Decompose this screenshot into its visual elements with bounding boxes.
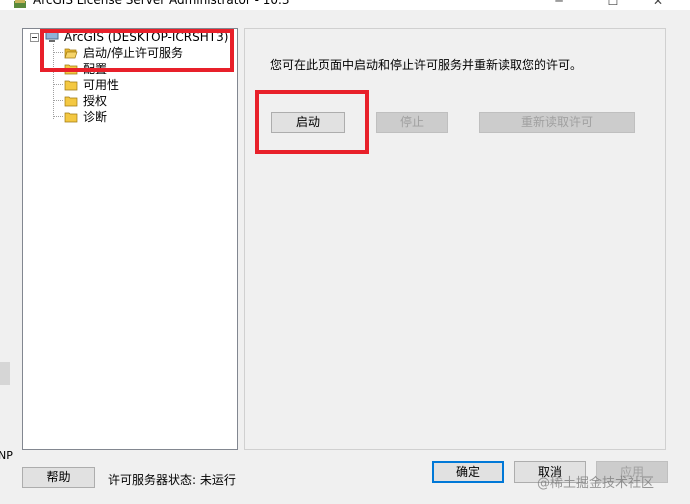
window-title: ArcGIS License Server Administrator - 10… xyxy=(33,0,290,7)
tree-connector-line xyxy=(54,116,63,117)
tree-item-label: 可用性 xyxy=(83,78,120,92)
navigation-tree[interactable] xyxy=(22,28,238,450)
tree-connector-line xyxy=(53,44,54,119)
folder-icon xyxy=(64,80,78,91)
tree-item-label: 授权 xyxy=(83,94,108,108)
background-window-edge xyxy=(0,10,10,504)
tree-root-label: ArcGIS (DESKTOP-ICRSHT3) xyxy=(64,30,229,44)
arcgis-app-icon xyxy=(14,0,26,8)
cancel-button[interactable]: 取消 xyxy=(514,461,586,483)
folder-icon xyxy=(64,64,78,75)
background-window-strip xyxy=(0,362,10,385)
tree-connector-line xyxy=(54,52,63,53)
ok-button[interactable]: 确定 xyxy=(432,461,504,483)
title-bar: ArcGIS License Server Administrator - 10… xyxy=(0,0,690,10)
tree-connector-line xyxy=(54,84,63,85)
computer-icon xyxy=(45,31,59,42)
license-server-status: 许可服务器状态: 未运行 xyxy=(108,473,236,487)
maximize-button[interactable]: ☐ xyxy=(607,0,619,8)
folder-icon xyxy=(64,96,78,107)
tree-item-label: 启动/停止许可服务 xyxy=(83,45,184,61)
reread-licenses-button[interactable]: 重新读取许可 xyxy=(479,112,635,133)
content-panel xyxy=(244,28,666,450)
page-description: 您可在此页面中启动和停止许可服务并重新读取您的许可。 xyxy=(270,58,583,72)
tree-item-label: 诊断 xyxy=(83,110,108,124)
folder-open-icon xyxy=(64,48,78,59)
tree-item-label: 配置 xyxy=(83,62,108,76)
background-text-fragment: NP xyxy=(0,449,13,462)
close-button[interactable]: ✕ xyxy=(652,0,664,8)
minimize-button[interactable]: ─ xyxy=(553,0,565,8)
help-button[interactable]: 帮助 xyxy=(22,467,95,488)
collapse-toggle-icon[interactable] xyxy=(30,33,39,42)
tree-connector-line xyxy=(54,68,63,69)
start-button[interactable]: 启动 xyxy=(271,112,345,133)
stop-button[interactable]: 停止 xyxy=(376,112,448,133)
apply-button[interactable]: 应用 xyxy=(596,461,668,483)
tree-connector-line xyxy=(54,100,63,101)
folder-icon xyxy=(64,112,78,123)
